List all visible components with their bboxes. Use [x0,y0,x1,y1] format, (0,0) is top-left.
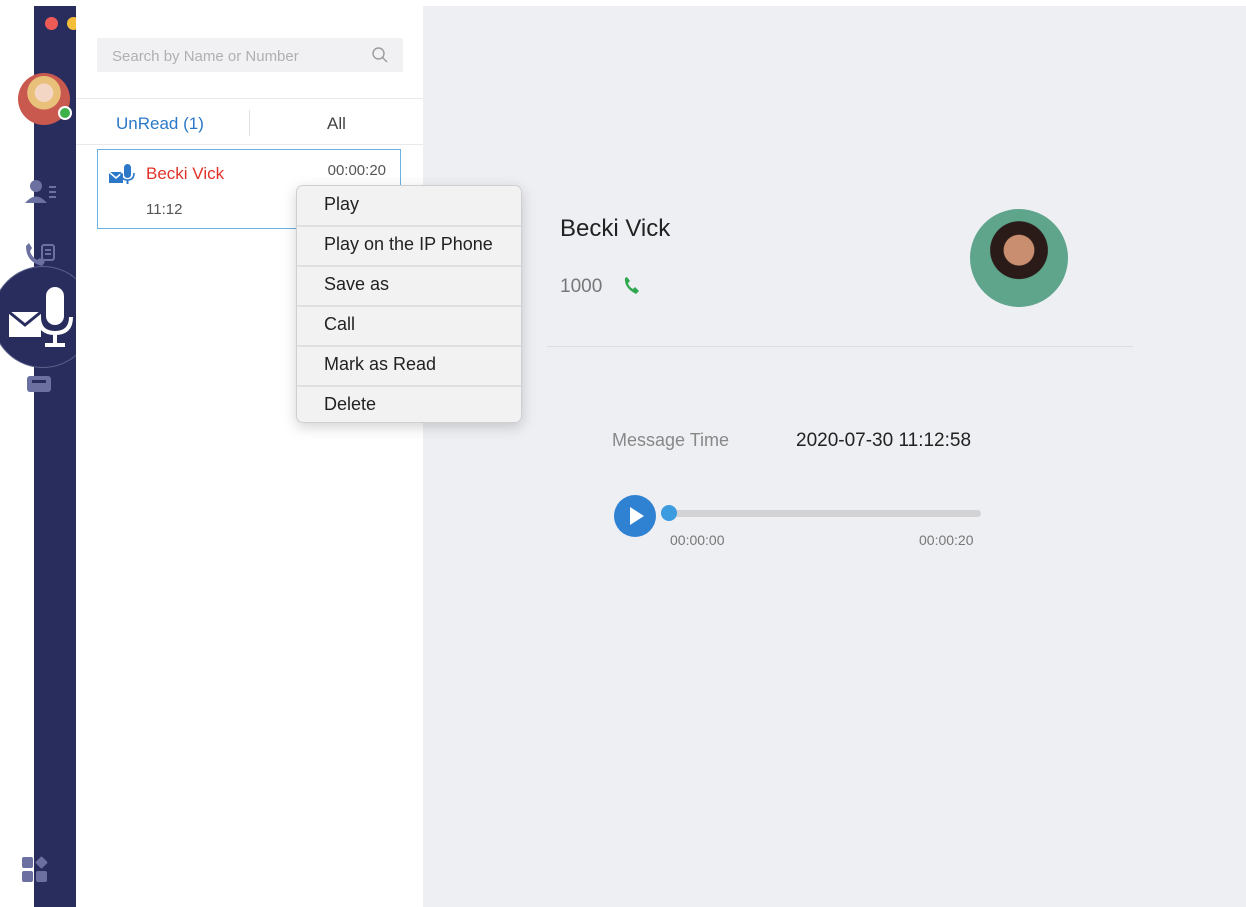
playback-progress-track[interactable] [667,510,981,517]
voicemail-list-panel: UnRead (1) All Becki Vick 00:00:20 11:12 [76,6,423,907]
context-menu: Play Play on the IP Phone Save as Call M… [296,185,522,423]
divider [76,98,423,99]
contacts-icon[interactable] [20,176,60,206]
tab-separator [249,110,250,136]
sidebar [18,6,102,907]
menu-item-call[interactable]: Call [297,306,521,346]
menu-item-save-as[interactable]: Save as [297,266,521,306]
window-close-button[interactable] [45,17,58,30]
search-icon[interactable] [371,46,389,64]
search-input[interactable] [97,38,374,74]
tab-all[interactable]: All [327,114,346,134]
menu-item-mark-as-read[interactable]: Mark as Read [297,346,521,386]
contact-name: Becki Vick [560,215,671,242]
online-status-icon [58,106,72,120]
playback-progress-handle[interactable] [661,505,677,521]
phone-icon[interactable] [622,276,642,296]
play-icon [630,507,644,525]
playback-total-time: 00:00:20 [919,532,974,548]
voicemail-caller-name: Becki Vick [146,164,225,183]
play-button[interactable] [614,495,656,537]
fax-icon[interactable] [20,368,60,398]
contact-avatar [970,209,1068,307]
voicemail-time: 11:12 [146,201,183,218]
voicemail-icon [108,164,135,184]
voicemail-detail-panel: Becki Vick 1000 Message Time 2020-07-30 … [423,6,1246,907]
message-time-label: Message Time [612,430,730,450]
contact-number: 1000 [560,276,603,297]
message-time-value: 2020-07-30 11:12:58 [796,430,972,451]
apps-icon[interactable] [20,854,50,884]
playback-current-time: 00:00:00 [670,532,725,548]
menu-item-play[interactable]: Play [297,186,521,226]
menu-item-delete[interactable]: Delete [297,386,521,422]
search-box [97,38,403,74]
divider [547,346,1133,347]
voicemail-duration: 00:00:20 [327,162,386,179]
menu-item-play-on-ip-phone[interactable]: Play on the IP Phone [297,226,521,266]
tab-unread[interactable]: UnRead (1) [116,114,204,134]
divider [76,144,423,145]
